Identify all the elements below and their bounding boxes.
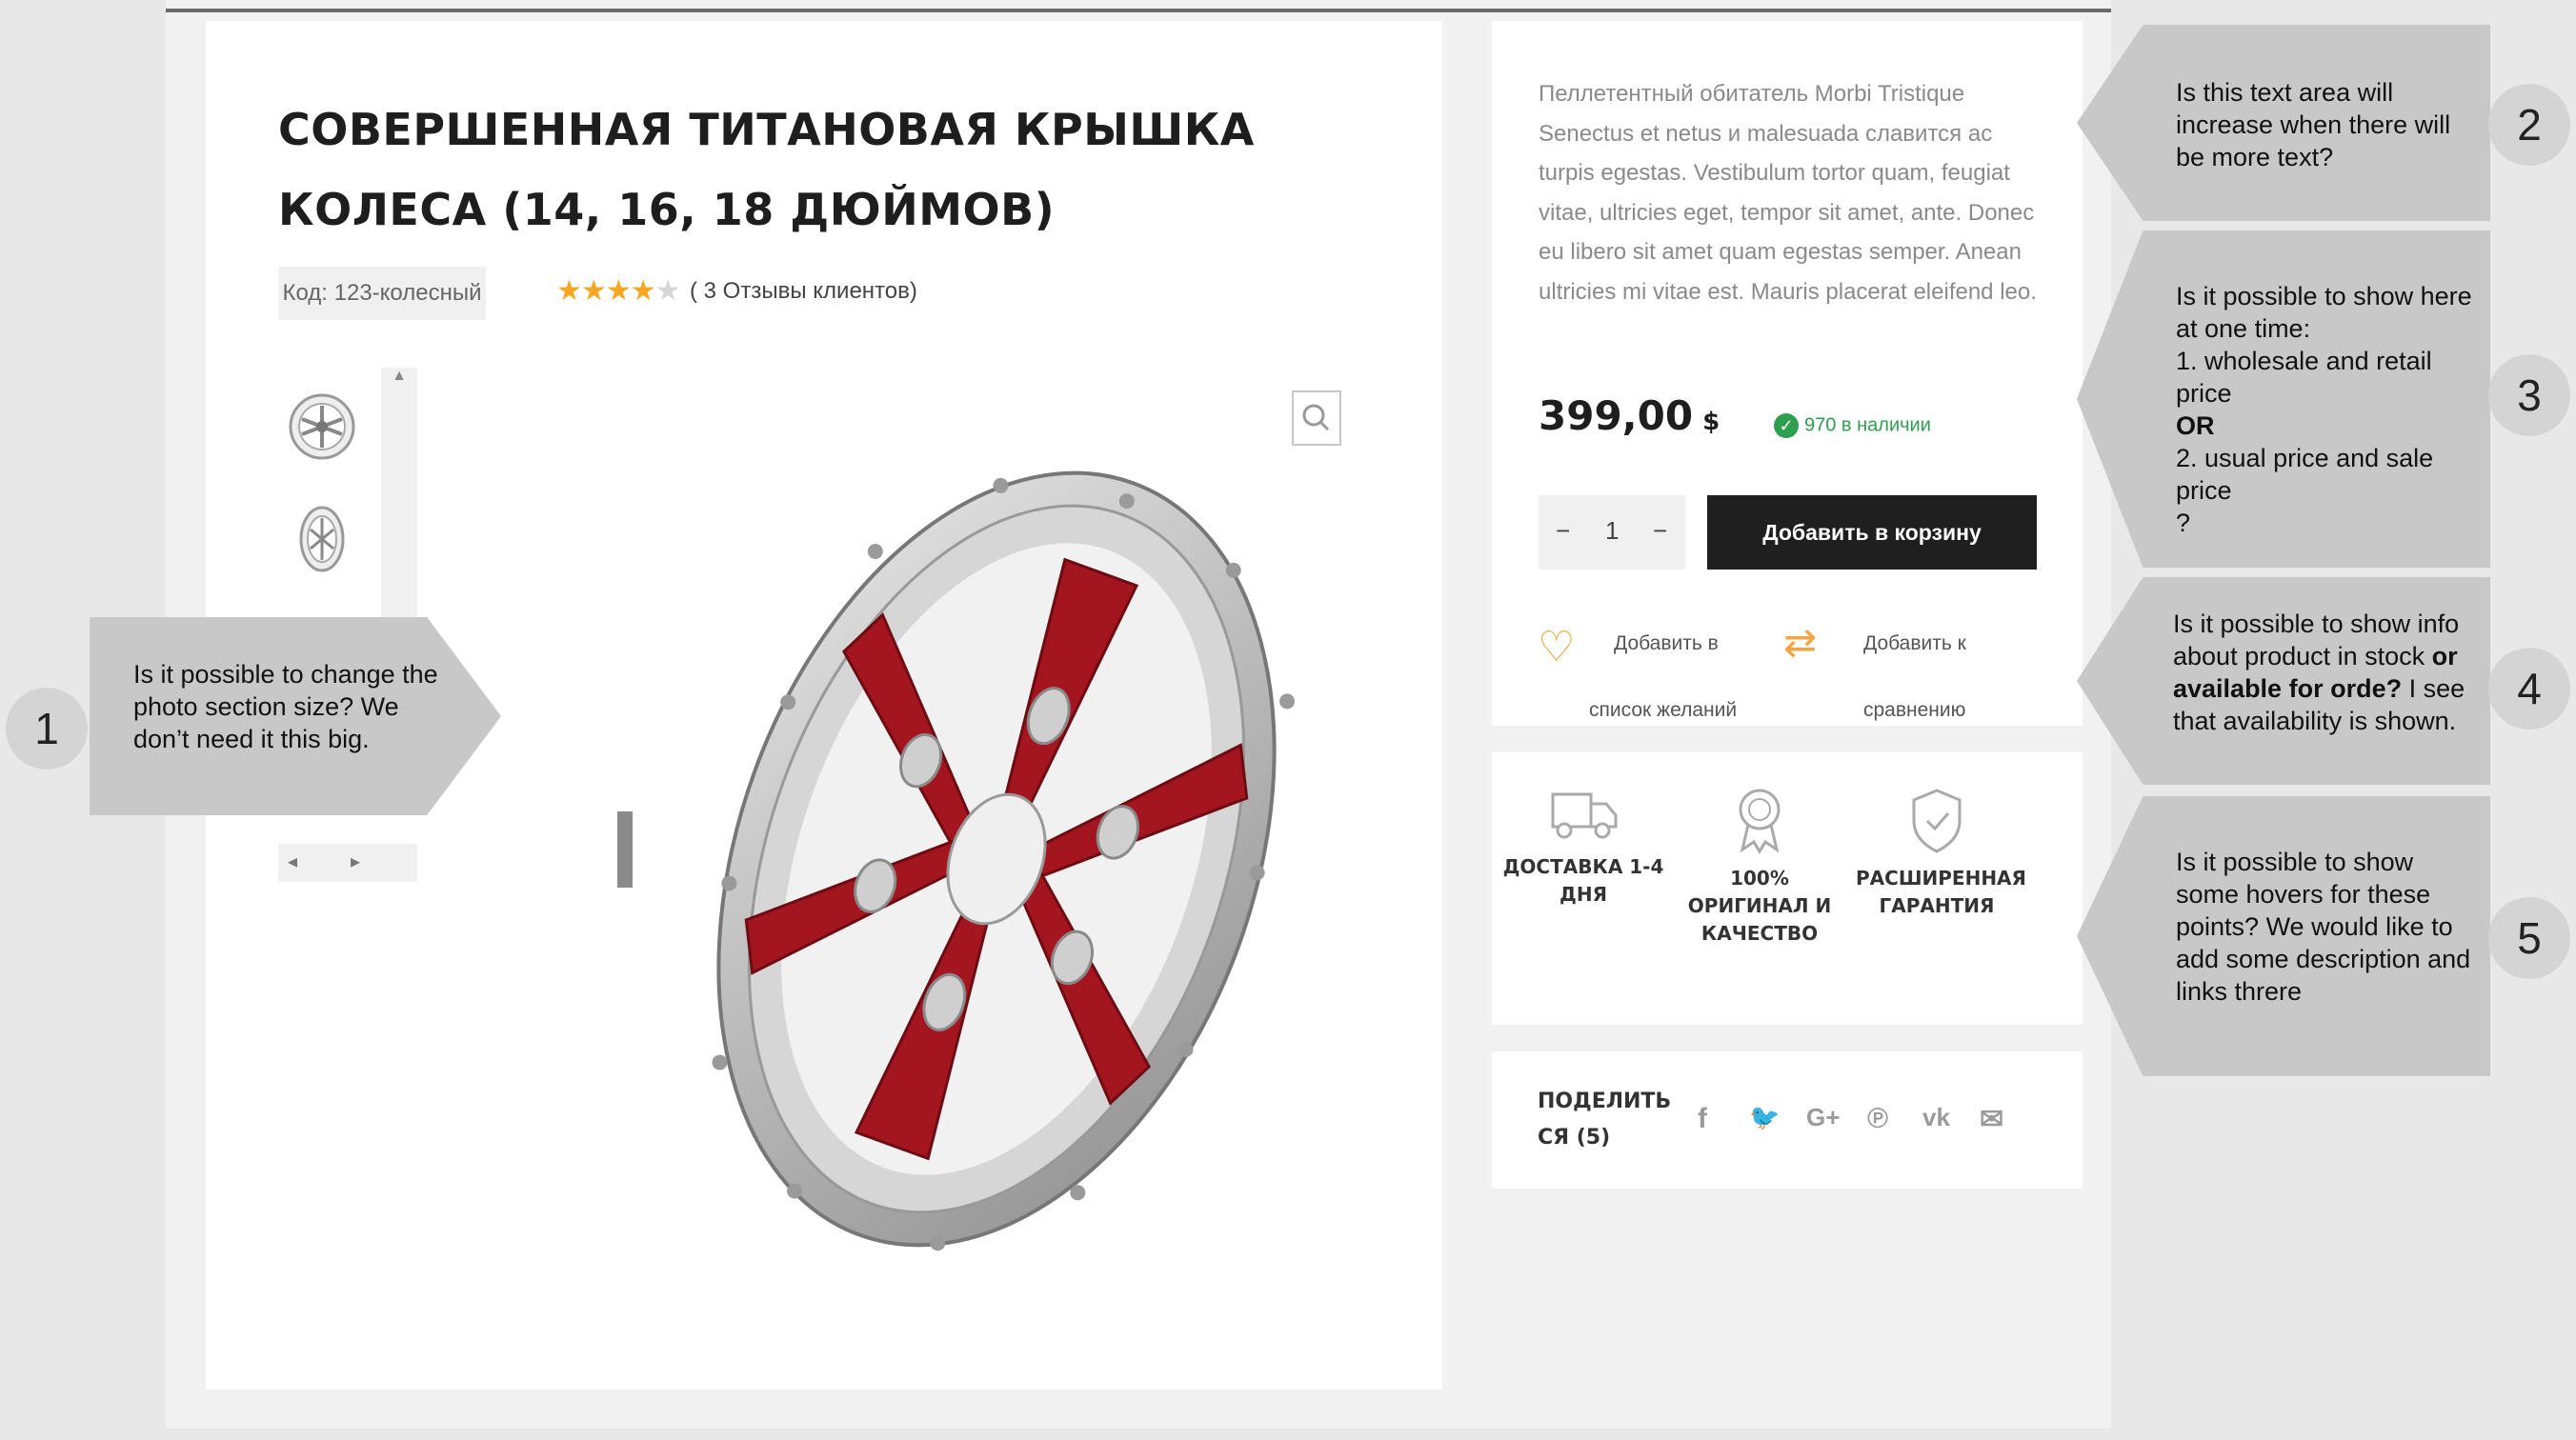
callout-2-text: Is this text area will increase when the… bbox=[2176, 78, 2451, 171]
thumbnail-scrollbar[interactable]: ▲ bbox=[381, 368, 417, 625]
features-panel: ДОСТАВКА 1-4 ДНЯ 100% ОРИГИНАЛ И КАЧЕСТВ… bbox=[1492, 752, 2083, 1025]
callout-4-number: 4 bbox=[2488, 648, 2570, 730]
scroll-up-icon[interactable]: ▲ bbox=[381, 368, 417, 385]
callout-5-text: Is it possible to show some hovers for t… bbox=[2176, 848, 2471, 1006]
thumbnail-2[interactable] bbox=[286, 503, 358, 575]
pinterest-icon[interactable]: ℗ bbox=[1867, 1103, 1888, 1135]
share-label: ПОДЕЛИТЬ СЯ (5) bbox=[1538, 1090, 1672, 1150]
price-value: 399,00 bbox=[1539, 392, 1694, 439]
callout-1-number: 1 bbox=[6, 688, 88, 770]
callout-4-text: Is it possible to show info about produc… bbox=[2173, 608, 2474, 737]
feature-label: 100% ОРИГИНАЛ И КАЧЕСТВО bbox=[1687, 867, 1832, 945]
currency: $ bbox=[1702, 408, 1721, 436]
callout-3-text: Is it possible to show here at one time:… bbox=[2176, 280, 2481, 539]
heart-icon[interactable]: ♡ bbox=[1538, 623, 1575, 671]
reviews-link[interactable]: ( 3 Отзывы клиентов) bbox=[690, 278, 917, 305]
feature-original[interactable]: 100% ОРИГИНАЛ И КАЧЕСТВО bbox=[1679, 787, 1841, 948]
star-icon: ★ bbox=[556, 275, 582, 307]
thumbnail-1[interactable] bbox=[286, 390, 358, 463]
feature-delivery[interactable]: ДОСТАВКА 1-4 ДНЯ bbox=[1502, 787, 1664, 909]
product-image bbox=[617, 470, 1296, 1251]
stock-text: 970 в наличии bbox=[1804, 414, 1931, 436]
callout-5-number: 5 bbox=[2488, 897, 2570, 979]
twitter-icon[interactable]: 🐦 bbox=[1749, 1103, 1780, 1132]
award-icon bbox=[1739, 789, 1781, 854]
compare-label-1[interactable]: Добавить к bbox=[1863, 632, 1966, 655]
check-icon: ✓ bbox=[1774, 413, 1799, 438]
qty-decrease-button[interactable]: − bbox=[1556, 516, 1570, 546]
callout-3-line5: ? bbox=[2176, 509, 2191, 537]
feature-label: ДОСТАВКА 1-4 ДНЯ bbox=[1502, 855, 1664, 906]
star-icon: ★ bbox=[630, 275, 656, 307]
price: 399,00 $ bbox=[1539, 392, 1720, 439]
product-title: СОВЕРШЕННАЯ ТИТАНОВАЯ КРЫШКА КОЛЕСА (14,… bbox=[278, 90, 1326, 250]
callout-3-line2: 1. wholesale and retail price bbox=[2176, 347, 2432, 408]
top-divider bbox=[166, 9, 2111, 12]
product-title-line1: СОВЕРШЕННАЯ ТИТАНОВАЯ КРЫШКА bbox=[278, 104, 1255, 155]
facebook-icon[interactable]: f bbox=[1698, 1103, 1707, 1135]
feature-label: РАСШИРЕННАЯ ГАРАНТИЯ bbox=[1856, 867, 2026, 917]
vk-icon[interactable]: vk bbox=[1922, 1103, 1950, 1132]
google-plus-icon[interactable]: G+ bbox=[1806, 1103, 1840, 1132]
callout-4-text-a: Is it possible to show info about produc… bbox=[2173, 610, 2460, 670]
star-empty-icon: ★ bbox=[654, 275, 681, 307]
callout-3-number: 3 bbox=[2488, 354, 2570, 436]
quantity-stepper[interactable]: − 1 − bbox=[1539, 495, 1685, 570]
qty-value[interactable]: 1 bbox=[1605, 516, 1619, 546]
wishlist-label-1[interactable]: Добавить в bbox=[1614, 632, 1719, 655]
callout-3-line4: 2. usual price and sale price bbox=[2176, 444, 2434, 505]
star-icon: ★ bbox=[605, 275, 632, 307]
prev-arrow-icon[interactable]: ◂ bbox=[288, 850, 297, 873]
compare-icon[interactable]: ⇄ bbox=[1783, 619, 1817, 666]
callout-3-line1: Is it possible to show here at one time: bbox=[2176, 282, 2472, 343]
shield-icon bbox=[1912, 789, 1962, 853]
callout-1-text: Is it possible to change the photo secti… bbox=[133, 660, 438, 753]
product-info-panel: Пеллетентный обитатель Morbi Tristique S… bbox=[1492, 21, 2083, 726]
thumbnail-nav: ◂ ▸ bbox=[278, 844, 417, 882]
next-arrow-icon[interactable]: ▸ bbox=[351, 850, 360, 873]
callout-3-line3: OR bbox=[2176, 411, 2215, 440]
sku-badge: Код: 123-колесный bbox=[278, 267, 486, 320]
truck-icon bbox=[1551, 792, 1618, 839]
wishlist-label-2[interactable]: список желаний bbox=[1589, 699, 1737, 722]
star-icon: ★ bbox=[580, 275, 607, 307]
product-description: Пеллетентный обитатель Morbi Tristique S… bbox=[1539, 81, 2037, 305]
add-to-cart-button[interactable]: Добавить в корзину bbox=[1707, 495, 2037, 570]
compare-label-2[interactable]: сравнению bbox=[1863, 699, 1965, 722]
email-icon[interactable]: ✉ bbox=[1980, 1103, 2003, 1136]
qty-increase-button[interactable]: − bbox=[1653, 516, 1667, 546]
callout-2-number: 2 bbox=[2488, 84, 2570, 166]
share-panel: ПОДЕЛИТЬ СЯ (5) f 🐦 G+ ℗ vk ✉ bbox=[1492, 1051, 2083, 1189]
rating-stars[interactable]: ★★★★★ bbox=[556, 274, 681, 308]
stock-status: ✓ 970 в наличии bbox=[1774, 413, 1931, 438]
product-title-line2: КОЛЕСА (14, 16, 18 ДЮЙМОВ) bbox=[278, 184, 1056, 235]
feature-warranty[interactable]: РАСШИРЕННАЯ ГАРАНТИЯ bbox=[1856, 787, 2026, 920]
